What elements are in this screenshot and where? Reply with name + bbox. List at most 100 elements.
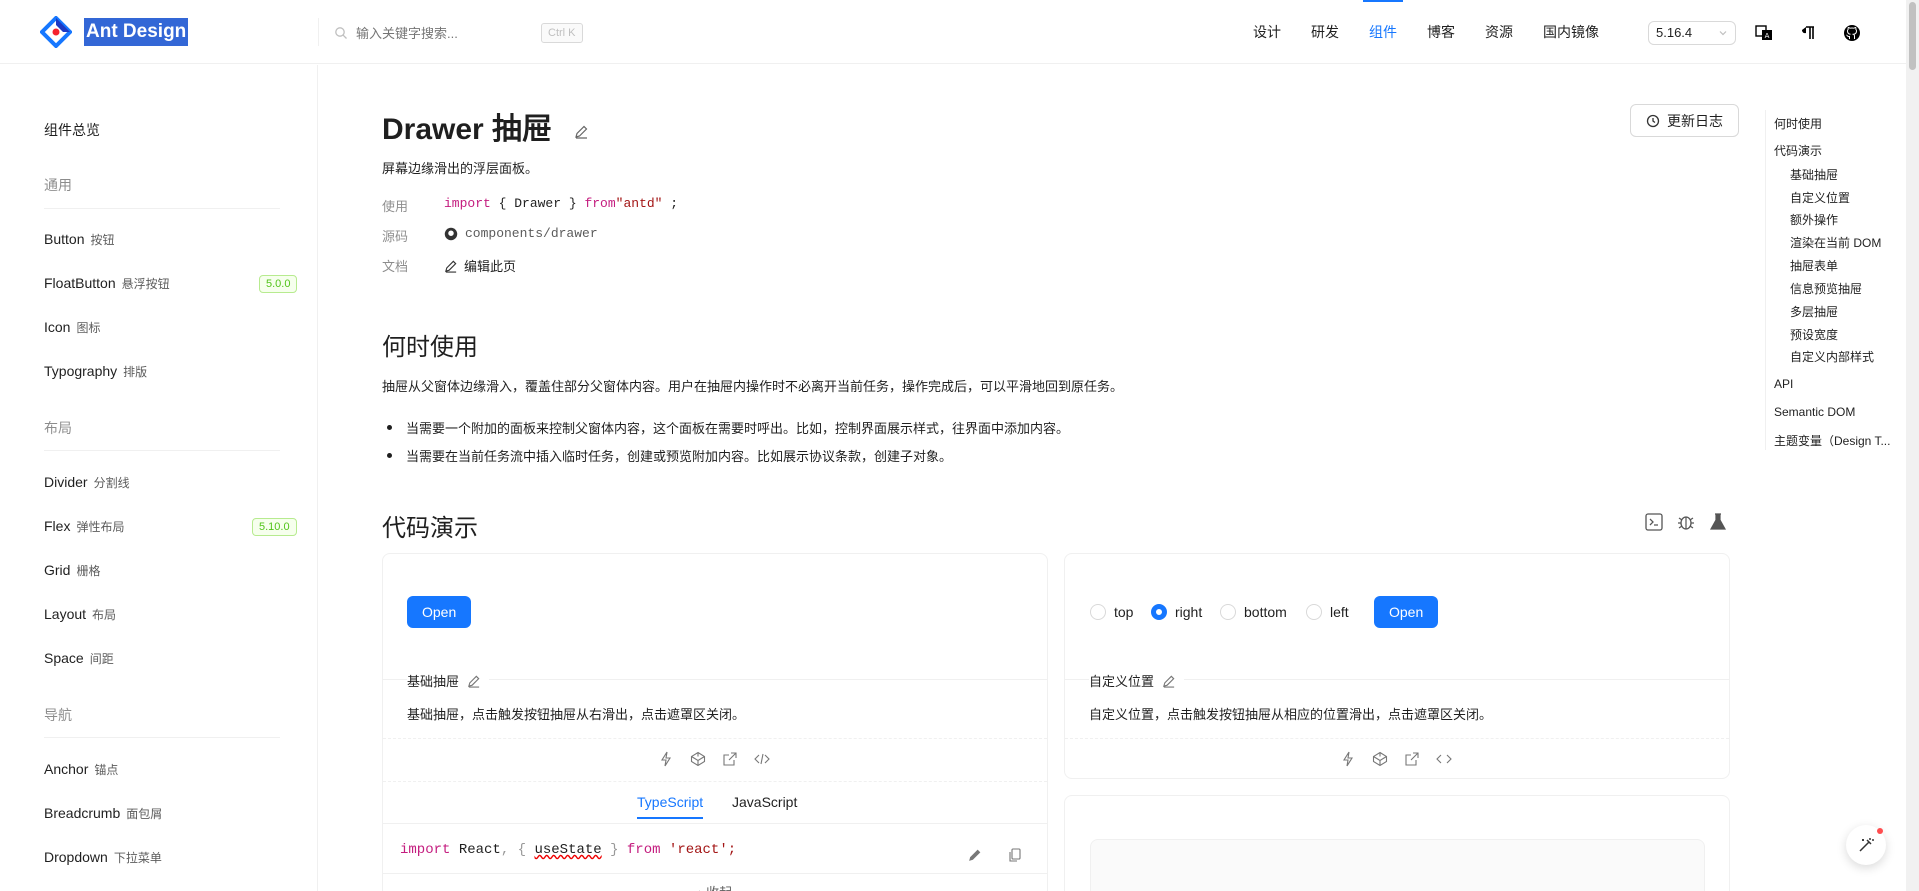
sidebar-item-floatbutton[interactable]: FloatButton 悬浮按钮	[44, 275, 170, 292]
sidebar-item-anchor[interactable]: Anchor 锚点	[44, 761, 118, 778]
demo-description: 自定义位置，点击触发按钮抽屉从相应的位置滑出，点击遮罩区关闭。	[1089, 707, 1493, 722]
logo[interactable]: Ant Design	[40, 16, 189, 48]
text-direction-icon[interactable]	[1799, 24, 1817, 42]
toc-link[interactable]: 抽屉表单	[1790, 257, 1838, 274]
sidebar-item-icon[interactable]: Icon 图标	[44, 319, 100, 336]
page-scrollbar[interactable]	[1906, 0, 1919, 891]
toc-link[interactable]: 多层抽屉	[1790, 303, 1838, 320]
experiment-icon[interactable]	[1708, 512, 1728, 532]
sidebar-item-flex[interactable]: Flex 弹性布局	[44, 518, 124, 535]
radio-circle	[1306, 604, 1322, 620]
sidebar-group-divider	[44, 450, 280, 451]
github-icon[interactable]	[1843, 24, 1861, 42]
list-item: 当需要一个附加的面板来控制父窗体内容，这个面板在需要时呼出。比如，控制界面展示样…	[386, 418, 1069, 437]
toc-link[interactable]: 信息预览抽屉	[1790, 280, 1862, 297]
thunder-icon[interactable]	[1340, 751, 1356, 767]
edit-icon[interactable]	[1162, 674, 1176, 688]
code-block: import React, { useState } from 'react';	[400, 842, 736, 858]
sidebar-item-typography[interactable]: Typography 排版	[44, 363, 147, 380]
item-en: Layout	[44, 606, 87, 622]
theme-editor-fab[interactable]	[1846, 825, 1886, 865]
sidebar-item-grid[interactable]: Grid 栅格	[44, 562, 100, 579]
item-cn: 图标	[76, 321, 101, 335]
edit-icon[interactable]	[467, 674, 481, 688]
thunder-icon[interactable]	[658, 751, 674, 767]
sidebar-item-space[interactable]: Space 间距	[44, 650, 114, 667]
toc-link[interactable]: 代码演示	[1774, 142, 1822, 159]
import-statement[interactable]: import { Drawer } from "antd" ;	[444, 196, 678, 211]
demo-title-text: 基础抽屉	[407, 674, 460, 689]
edit-icon[interactable]	[574, 124, 589, 139]
card-separator	[1065, 738, 1729, 739]
code-icon[interactable]	[754, 751, 770, 767]
section-title-demo: 代码演示	[382, 515, 478, 542]
nav-mirror[interactable]: 国内镜像	[1543, 0, 1599, 64]
toc-link[interactable]: 自定义位置	[1790, 189, 1850, 206]
radio-left[interactable]: left	[1306, 604, 1349, 620]
copy-icon[interactable]	[1007, 847, 1023, 863]
item-cn: 锚点	[94, 763, 119, 777]
search-icon	[335, 27, 347, 39]
code-punct: }	[610, 842, 619, 858]
nav-design[interactable]: 设计	[1253, 0, 1281, 64]
changelog-button[interactable]: 更新日志	[1630, 104, 1739, 137]
search-box[interactable]	[334, 22, 526, 44]
radio-bottom[interactable]: bottom	[1220, 604, 1287, 620]
debug-icon[interactable]	[1676, 512, 1696, 532]
open-external-icon[interactable]	[1404, 751, 1420, 767]
meta-doc-label: 文档	[382, 259, 409, 274]
scrollbar-thumb[interactable]	[1909, 2, 1916, 70]
toc-link[interactable]: 主题变量（Design T...	[1774, 432, 1890, 449]
collapse-code-button[interactable]: ▴ 收起	[696, 882, 732, 891]
toc-link[interactable]: API	[1774, 377, 1793, 391]
nav-components[interactable]: 组件	[1363, 0, 1403, 64]
page-title: Drawer 抽屉	[382, 104, 589, 148]
item-cn: 分割线	[93, 476, 130, 490]
nav-resources[interactable]: 资源	[1485, 0, 1513, 64]
sidebar-item-layout[interactable]: Layout 布局	[44, 606, 116, 623]
codepen-icon[interactable]	[690, 751, 706, 767]
radio-right[interactable]: right	[1151, 604, 1202, 620]
demo-title-text: 自定义位置	[1089, 674, 1155, 689]
sidebar-item-dropdown[interactable]: Dropdown 下拉菜单	[44, 849, 162, 866]
item-cn: 面包屑	[126, 807, 163, 821]
toc-link[interactable]: 基础抽屉	[1790, 166, 1838, 183]
open-external-icon[interactable]	[722, 751, 738, 767]
code-string: 'react';	[668, 842, 737, 858]
sidebar-item-overview[interactable]: 组件总览	[44, 120, 100, 140]
language-switch-icon[interactable]: A	[1755, 24, 1773, 42]
tab-javascript[interactable]: JavaScript	[732, 794, 797, 810]
sidebar-item-button[interactable]: Button 按钮	[44, 231, 115, 248]
edit-page-link[interactable]: 编辑此页	[444, 256, 516, 275]
nav-blog[interactable]: 博客	[1427, 0, 1455, 64]
sidebar-item-breadcrumb[interactable]: Breadcrumb 面包屑	[44, 805, 162, 822]
version-select[interactable]: 5.16.4	[1648, 21, 1736, 45]
open-drawer-button[interactable]: Open	[1374, 596, 1439, 628]
toc-link[interactable]: Semantic DOM	[1774, 405, 1855, 419]
demo-card-extra	[1064, 795, 1730, 891]
item-en: Grid	[44, 562, 71, 578]
toc-link[interactable]: 何时使用	[1774, 115, 1822, 132]
toc-link[interactable]: 预设宽度	[1790, 326, 1838, 343]
nav-develop[interactable]: 研发	[1311, 0, 1339, 64]
sidebar: 组件总览 通用 Button 按钮 FloatButton 悬浮按钮 5.0.0 I…	[0, 65, 318, 891]
item-cn: 栅格	[76, 564, 101, 578]
source-link[interactable]: components/drawer	[444, 226, 598, 241]
toc-link[interactable]: 额外操作	[1790, 211, 1838, 228]
list-item: 当需要在当前任务流中插入临时任务，创建或预览附加内容。比如展示协议条款，创建子对…	[386, 446, 952, 465]
code-toggle-icon[interactable]	[1644, 512, 1664, 532]
header-divider	[318, 18, 319, 46]
radio-top[interactable]: top	[1090, 604, 1133, 620]
sidebar-group-divider	[44, 208, 280, 209]
search-input[interactable]	[356, 25, 526, 41]
tab-typescript[interactable]: TypeScript	[637, 794, 704, 819]
toc-link[interactable]: 渲染在当前 DOM	[1790, 234, 1881, 251]
notification-dot	[1877, 828, 1883, 834]
code-icon[interactable]	[1436, 751, 1452, 767]
edit-code-icon[interactable]	[967, 847, 983, 863]
sidebar-item-divider[interactable]: Divider 分割线	[44, 474, 130, 491]
radio-label: left	[1330, 604, 1349, 620]
open-drawer-button[interactable]: Open	[407, 596, 472, 628]
toc-link[interactable]: 自定义内部样式	[1790, 348, 1874, 365]
codepen-icon[interactable]	[1372, 751, 1388, 767]
